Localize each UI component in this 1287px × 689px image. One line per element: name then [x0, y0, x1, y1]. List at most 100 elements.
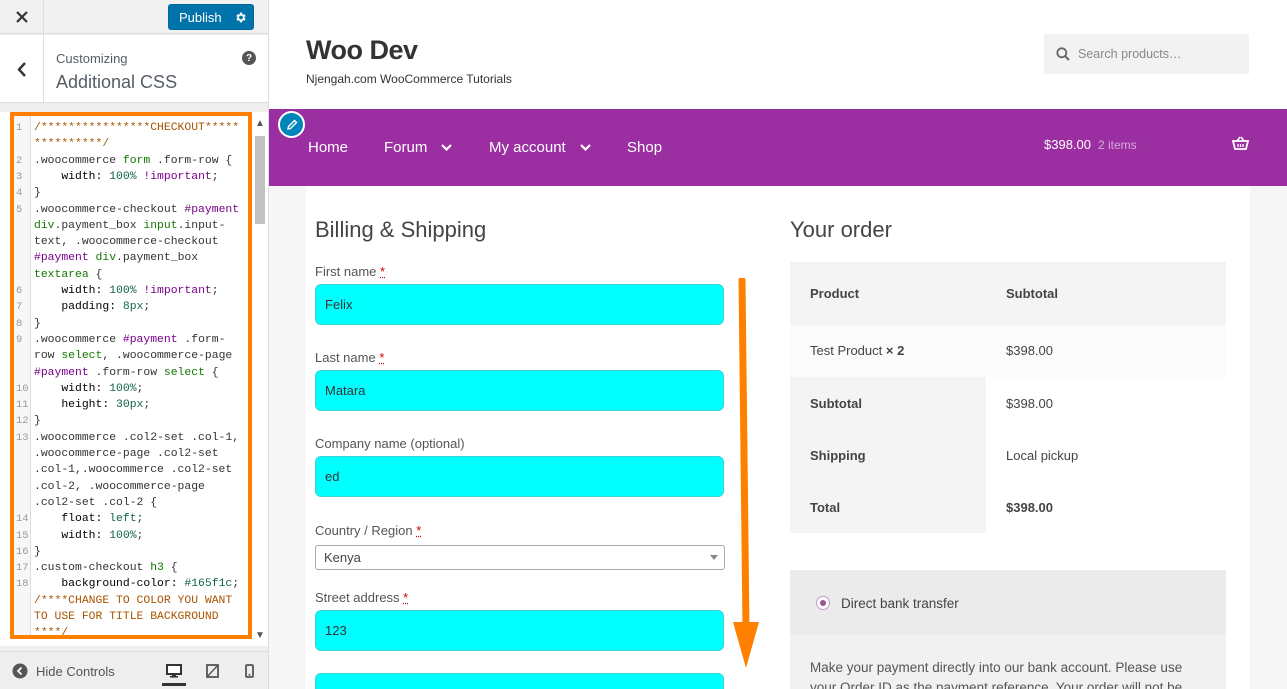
preview-mobile-button[interactable]	[237, 660, 261, 682]
highlighted-code-frame[interactable]: 1 /****************CHECKOUT***** *********…	[10, 112, 252, 639]
code-token: ;	[136, 382, 144, 395]
help-icon[interactable]: ?	[242, 51, 256, 65]
publish-settings-button[interactable]	[227, 5, 253, 29]
code-line[interactable]: 1 /****************CHECKOUT*****	[14, 120, 248, 136]
code-text: background-color: #165f1c;	[34, 576, 239, 592]
nav-item-forum[interactable]: Forum	[384, 139, 453, 156]
publish-button-label: Publish	[179, 9, 222, 25]
street-field[interactable]	[315, 610, 724, 651]
item-quantity: × 2	[885, 343, 905, 358]
code-token: /****CHANGE TO COLOR YOU WANT	[34, 594, 233, 607]
code-line[interactable]: 4}	[14, 185, 248, 201]
scroll-up-icon[interactable]: ▲	[253, 118, 267, 132]
code-token: row	[34, 350, 62, 363]
section-header: Customizing Additional CSS ?	[0, 35, 268, 103]
code-line[interactable]: TO USE FOR TITLE BACKGROUND	[14, 609, 248, 625]
code-line[interactable]: .col2-set .col-2 {	[14, 495, 248, 511]
code-line[interactable]: .woocommerce-page .col2-set	[14, 446, 248, 462]
code-text: .col-2, .woocommerce-page	[34, 479, 205, 495]
country-select[interactable]: Kenya	[315, 545, 725, 570]
code-line[interactable]: #payment .form-row select {	[14, 365, 248, 381]
code-line[interactable]: 14 float: left;	[14, 511, 248, 527]
code-line[interactable]: 6 width: 100% !important;	[14, 283, 248, 299]
code-line[interactable]: **********/	[14, 136, 248, 152]
code-token: ;	[211, 285, 219, 297]
scroll-down-icon[interactable]: ▼	[253, 630, 267, 644]
code-line[interactable]: 5 .woocommerce-checkout #payment	[14, 202, 248, 218]
code-line[interactable]: 17 .custom-checkout h3 {	[14, 560, 248, 576]
code-token: .woocommerce .col2-set .col-1,	[34, 431, 240, 444]
code-token: width:	[34, 285, 110, 297]
code-token: div	[34, 219, 55, 232]
code-text: text, .woocommerce-checkout	[34, 234, 219, 250]
back-button[interactable]	[0, 35, 44, 103]
payment-radio[interactable]	[816, 596, 830, 610]
code-token: input	[143, 219, 178, 232]
nav-item-label: My account	[489, 139, 566, 156]
code-token: #payment	[184, 203, 240, 216]
code-line[interactable]: text, .woocommerce-checkout	[14, 234, 248, 250]
search-input[interactable]	[1078, 47, 1238, 61]
nav-item-home[interactable]: Home	[308, 139, 348, 156]
code-line[interactable]: .col-2, .woocommerce-page	[14, 479, 248, 495]
arrow-down-icon	[733, 278, 759, 668]
scrollbar-thumb[interactable]	[255, 136, 265, 224]
line-number: 3	[16, 170, 23, 183]
code-line[interactable]: 15 width: 100%;	[14, 528, 248, 544]
nav-item-my-account[interactable]: My account	[489, 139, 591, 156]
code-line[interactable]: /****CHANGE TO COLOR YOU WANT	[14, 593, 248, 609]
payment-method-bacs[interactable]: Direct bank transfer	[790, 570, 1226, 635]
code-token: }	[34, 317, 41, 330]
code-token: float:	[34, 513, 110, 526]
code-line[interactable]: 13 .woocommerce .col2-set .col-1,	[14, 430, 248, 446]
css-editor[interactable]: 1 /****************CHECKOUT***** *********…	[0, 112, 268, 646]
customizer-screen: Publish Customizing Additional CSS ? 1 /*…	[0, 0, 1287, 689]
code-line[interactable]: 10 width: 100%;	[14, 381, 248, 397]
publish-button[interactable]: Publish	[168, 4, 254, 30]
code-text: width: 100%;	[34, 528, 143, 544]
hide-controls-button[interactable]: Hide Controls	[12, 663, 115, 679]
code-line[interactable]: 9 .woocommerce #payment .form-	[14, 332, 248, 348]
code-line[interactable]: 2 .woocommerce form .form-row {	[14, 153, 248, 169]
edit-menu-shortcut[interactable]	[278, 111, 305, 138]
code-line[interactable]: 3 width: 100% !important;	[14, 169, 248, 185]
code-line[interactable]: 7 padding: 8px;	[14, 299, 248, 315]
table-header-row: Product Subtotal	[790, 262, 1226, 325]
line-number: 10	[16, 382, 29, 395]
code-line[interactable]: ****/	[14, 625, 248, 635]
nav-item-shop[interactable]: Shop	[627, 139, 662, 156]
close-customizer-button[interactable]	[0, 0, 44, 34]
code-token: }	[34, 545, 41, 558]
first-name-field[interactable]	[315, 284, 724, 325]
code-token: height:	[34, 399, 117, 412]
payment-method-label[interactable]: Direct bank transfer	[841, 596, 959, 611]
code-line[interactable]: 12}	[14, 413, 248, 429]
code-line[interactable]: 11 height: 30px;	[14, 397, 248, 413]
item-total: $398.00	[1006, 343, 1053, 358]
pencil-icon	[286, 119, 297, 130]
code-text: }	[34, 185, 41, 201]
code-text: width: 100% !important;	[34, 283, 219, 299]
code-line[interactable]: div.payment_box input.input-	[14, 218, 248, 234]
street-line-2-field[interactable]	[315, 673, 724, 689]
cart-item-count[interactable]: 2 items	[1098, 138, 1137, 152]
company-field[interactable]	[315, 456, 724, 497]
close-icon	[15, 11, 28, 23]
cart-total[interactable]: $398.00	[1044, 137, 1091, 152]
editor-scrollbar[interactable]: ▲ ▼	[253, 118, 267, 646]
code-line[interactable]: .col-1,.woocommerce .col2-set	[14, 462, 248, 478]
last-name-field[interactable]	[315, 370, 724, 411]
product-search[interactable]	[1044, 34, 1249, 74]
site-title[interactable]: Woo Dev	[306, 35, 418, 66]
code-line[interactable]: #payment div.payment_box	[14, 250, 248, 266]
preview-tablet-button[interactable]	[200, 660, 224, 682]
preview-desktop-button[interactable]	[162, 658, 186, 686]
code-line[interactable]: 8}	[14, 316, 248, 332]
cart-icon[interactable]	[1232, 136, 1249, 151]
code-line[interactable]: 16}	[14, 544, 248, 560]
code-text: }	[34, 316, 41, 332]
code-line[interactable]: 18 background-color: #165f1c;	[14, 576, 248, 592]
code-line[interactable]: row select, .woocommerce-page	[14, 348, 248, 364]
code-line[interactable]: textarea {	[14, 267, 248, 283]
